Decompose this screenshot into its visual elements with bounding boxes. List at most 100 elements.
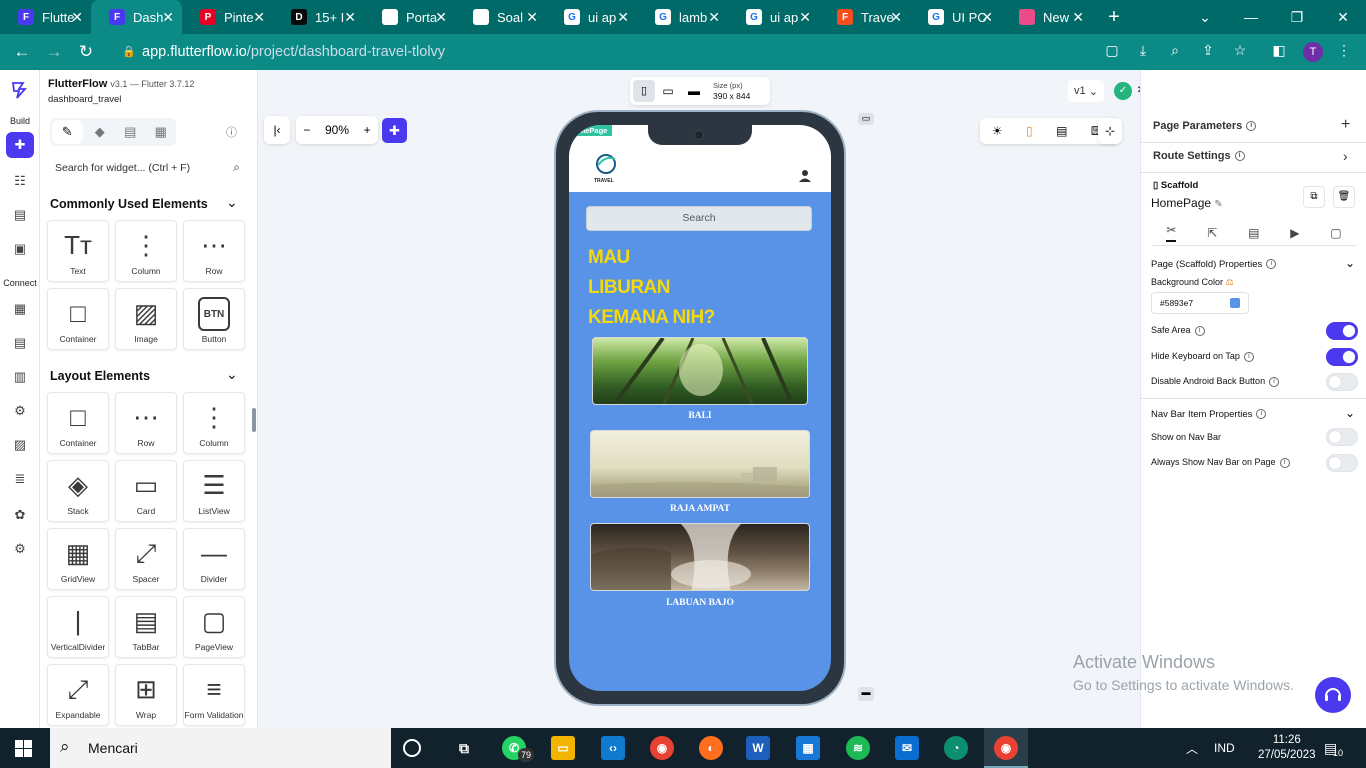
add-parameter-icon[interactable]: + — [1341, 116, 1350, 134]
widget-card[interactable]: ▦ GridView — [47, 528, 109, 590]
tab-close-icon[interactable]: ✕ — [617, 9, 629, 26]
browser-tab[interactable]: New ✕ — [1001, 0, 1092, 34]
bg-color-input[interactable]: #5893e7 — [1151, 292, 1249, 314]
device-frame-toggle-icon[interactable]: ▭ — [858, 113, 874, 125]
check-status-icon[interactable]: ✓ — [1114, 82, 1132, 100]
browser-tab[interactable]: F Flutte ✕ — [0, 0, 91, 34]
browser-tab[interactable]: F Trave ✕ — [819, 0, 910, 34]
data-types-icon[interactable]: ▥ — [11, 368, 29, 386]
chevron-down-icon[interactable]: ⌄ — [226, 366, 238, 383]
browser-tab[interactable]: Gui ap ✕ — [728, 0, 819, 34]
backend-query-tab-icon[interactable]: ▤ — [1248, 226, 1259, 240]
windows-start-icon[interactable] — [15, 740, 32, 757]
widget-card[interactable]: ▭ Card — [115, 460, 177, 522]
color-swatch[interactable] — [1230, 298, 1240, 308]
zoom-icon[interactable]: ⌕ — [1165, 42, 1185, 59]
spotify-icon[interactable]: ≋ — [846, 736, 870, 760]
tab-close-icon[interactable]: ✕ — [708, 9, 720, 26]
api-calls-icon[interactable]: ▤ — [11, 334, 29, 352]
app-assets-icon[interactable]: ✿ — [11, 506, 29, 524]
menu-kebab-icon[interactable]: ⋮ — [1334, 42, 1354, 59]
zoom-in-icon[interactable]: + — [364, 123, 371, 137]
tab-templates[interactable]: ▤ — [115, 118, 146, 146]
properties-tab-icon[interactable]: ✂ — [1166, 223, 1177, 242]
page-selector-icon[interactable]: ☷ — [11, 172, 29, 190]
tab-close-icon[interactable]: ✕ — [344, 9, 356, 26]
theme-color-icon[interactable]: ⚖ — [1226, 277, 1234, 287]
desktop-device-icon[interactable]: ▬ — [681, 84, 707, 98]
tab-close-icon[interactable]: ✕ — [526, 9, 538, 26]
panel-resize-handle[interactable] — [252, 408, 256, 432]
device-preview-icon[interactable]: ▤ — [1056, 124, 1067, 138]
tab-close-icon[interactable]: ✕ — [253, 9, 265, 26]
close-window-icon[interactable]: ✕ — [1320, 0, 1366, 34]
generated-code-tab-icon[interactable]: ▢ — [1330, 226, 1341, 240]
widget-card[interactable]: ≡ Form Validation — [183, 664, 245, 726]
widget-card[interactable]: ⋮ Column — [183, 392, 245, 454]
store-icon[interactable]: ▦ — [796, 736, 820, 760]
edit-pencil-icon[interactable]: ✎ — [1214, 199, 1222, 210]
widget-card[interactable]: ☰ ListView — [183, 460, 245, 522]
widget-card[interactable]: ⋮ Column — [115, 220, 177, 282]
support-chat-button[interactable] — [1315, 677, 1351, 713]
light-mode-icon[interactable]: ☀ — [992, 124, 1003, 138]
widget-card[interactable]: □ Container — [47, 288, 109, 350]
browser-tab[interactable]: G UI PC ✕ — [910, 0, 1001, 34]
widget-card[interactable]: BTN Button — [183, 288, 245, 350]
widget-card[interactable]: Tт Text — [47, 220, 109, 282]
browser-tab[interactable]: D 15+ I ✕ — [273, 0, 364, 34]
widget-card[interactable]: ◈ Stack — [47, 460, 109, 522]
widget-card[interactable]: ⋯ Row — [115, 392, 177, 454]
install-icon[interactable]: ⤓ — [1133, 42, 1153, 59]
info-icon[interactable]: i — [1243, 351, 1254, 362]
hide-keyboard-toggle[interactable] — [1326, 348, 1358, 366]
tree-view-icon[interactable]: ⊹ — [1098, 118, 1122, 144]
mobile-device-icon[interactable]: ▯ — [633, 80, 655, 102]
delete-trash-icon[interactable]: 🗑 — [1333, 186, 1355, 208]
always-show-nav-toggle[interactable] — [1326, 454, 1358, 472]
tab-close-icon[interactable]: ✕ — [435, 9, 447, 26]
tab-close-icon[interactable]: ✕ — [981, 9, 993, 26]
chrome-icon[interactable]: ◉ — [650, 736, 674, 760]
widget-card[interactable]: — Divider — [183, 528, 245, 590]
mail-icon[interactable]: ✉ — [895, 736, 919, 760]
storyboard-icon[interactable]: ▤ — [11, 206, 29, 224]
widget-card[interactable]: ⤢ Spacer — [115, 528, 177, 590]
add-widget-button[interactable]: ✚ — [382, 118, 407, 143]
info-icon[interactable]: i — [1234, 151, 1245, 162]
forward-icon[interactable]: → — [38, 42, 70, 62]
custom-code-icon[interactable]: ⚙ — [11, 402, 29, 420]
safe-area-toggle[interactable] — [1326, 322, 1358, 340]
firefox-icon[interactable]: ◐ — [699, 736, 723, 760]
clipboard-icon[interactable]: ▢ — [1102, 42, 1122, 59]
widget-builder-icon[interactable]: ✚ — [6, 132, 34, 158]
chevron-down-icon[interactable]: ⌄ — [1345, 406, 1355, 420]
phone-screen[interactable]: TRAVEL omePage Search MAU LIBURAN KEMANA… — [569, 125, 831, 691]
profile-avatar[interactable]: T — [1303, 42, 1323, 62]
widget-card[interactable]: ▤ TabBar — [115, 596, 177, 658]
firestore-icon[interactable]: ▦ — [11, 300, 29, 318]
chevron-down-icon[interactable]: ⌄ — [1345, 256, 1355, 270]
file-explorer-icon[interactable]: ▭ — [551, 736, 575, 760]
disable-back-toggle[interactable] — [1326, 373, 1358, 391]
word-icon[interactable]: W — [746, 736, 770, 760]
info-icon[interactable]: i — [1194, 325, 1205, 336]
browser-tab[interactable]: Porta ✕ — [364, 0, 455, 34]
clock[interactable]: 11:26 27/05/2023 — [1258, 728, 1316, 768]
browser-tab[interactable]: Glamb ✕ — [637, 0, 728, 34]
browser-tab[interactable]: F Dash ✕ — [91, 0, 182, 34]
widget-card[interactable]: ⋯ Row — [183, 220, 245, 282]
info-icon[interactable]: i — [1279, 457, 1290, 468]
chrome-active-icon[interactable]: ◉ — [994, 736, 1018, 760]
side-panel-icon[interactable]: ◧ — [1269, 42, 1289, 59]
tab-close-icon[interactable]: ✕ — [799, 9, 811, 26]
share-icon[interactable]: ⇪ — [1198, 42, 1218, 59]
browser-tab[interactable]: Gui ap ✕ — [546, 0, 637, 34]
widget-card[interactable]: ⤢ Expandable — [47, 664, 109, 726]
info-icon[interactable]: i — [1246, 121, 1257, 132]
destination-image-bali[interactable] — [592, 337, 808, 405]
tablet-device-icon[interactable]: ▭ — [655, 84, 681, 98]
destination-image-labuan-bajo[interactable] — [590, 523, 810, 591]
version-selector[interactable]: v1 ⌄ — [1068, 80, 1104, 102]
widget-card[interactable]: ▢ PageView — [183, 596, 245, 658]
